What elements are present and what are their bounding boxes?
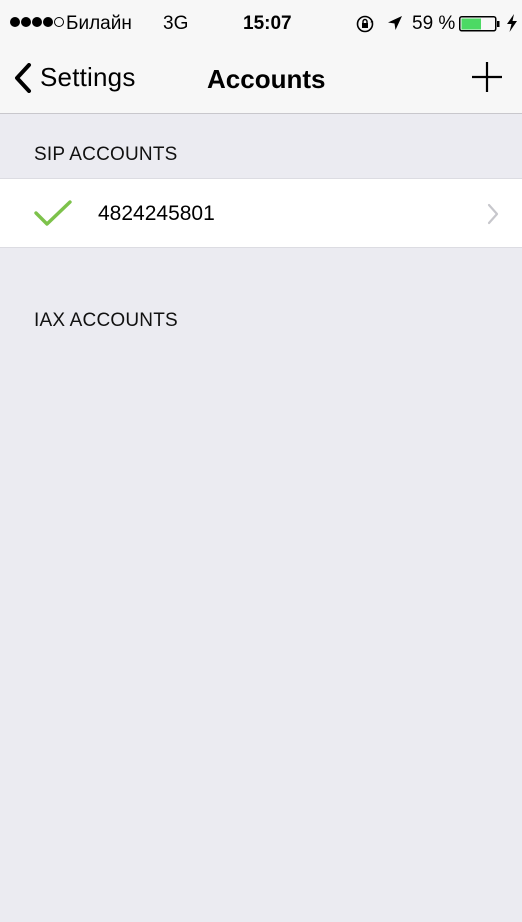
signal-dots-icon — [10, 17, 64, 27]
back-button[interactable]: Settings — [14, 62, 136, 93]
battery-icon — [459, 16, 500, 32]
plus-icon[interactable] — [470, 60, 504, 94]
status-bar: Билайн 3G 15:07 59 % — [0, 0, 522, 40]
status-time: 15:07 — [243, 13, 292, 34]
accounts-list: SIP ACCOUNTS 4824245801 IAX ACCOUNTS — [0, 114, 522, 922]
battery-percent: 59 % — [412, 13, 456, 34]
back-button-label: Settings — [40, 62, 136, 92]
orientation-lock-icon — [356, 15, 374, 33]
chevron-right-icon — [487, 203, 499, 225]
network-type: 3G — [163, 13, 189, 34]
navigation-bar: Settings Accounts — [0, 40, 522, 114]
carrier-name: Билайн — [66, 13, 132, 34]
screen: Билайн 3G 15:07 59 % Settings Accounts S… — [0, 0, 522, 922]
chevron-left-icon — [15, 62, 31, 93]
charging-bolt-icon — [507, 14, 517, 32]
section-header-iax: IAX ACCOUNTS — [34, 310, 178, 331]
page-title: Accounts — [207, 64, 326, 94]
checkmark-icon — [34, 200, 72, 226]
section-header-sip: SIP ACCOUNTS — [34, 144, 178, 165]
location-arrow-icon — [388, 16, 402, 30]
account-row[interactable]: 4824245801 — [0, 178, 522, 248]
account-number: 4824245801 — [98, 202, 215, 225]
